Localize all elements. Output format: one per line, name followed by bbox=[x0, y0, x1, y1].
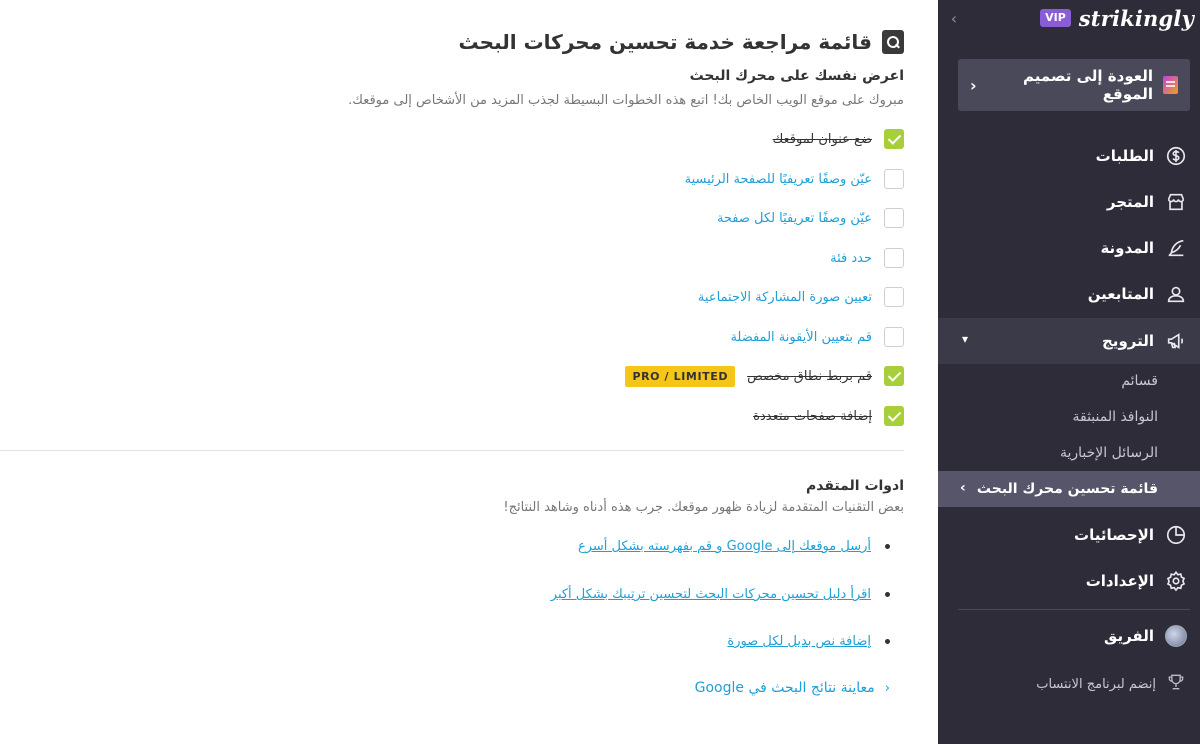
advanced-subtitle: بعض التقنيات المتقدمة لزيادة ظهور موقعك.… bbox=[503, 500, 904, 515]
bullet bbox=[885, 544, 890, 549]
bullet bbox=[885, 639, 890, 644]
pie-chart-icon bbox=[1164, 523, 1188, 547]
sidebar-item-blog[interactable]: المدونة bbox=[938, 225, 1200, 271]
sidebar-subitem-popups[interactable]: النوافذ المنبثقة bbox=[938, 399, 1200, 435]
sidebar-subitem-label: النوافذ المنبثقة bbox=[1072, 409, 1158, 425]
brand[interactable]: VIP strikingly bbox=[1040, 5, 1194, 31]
checklist-item-favicon[interactable]: قم بتعيين الأيقونة المفضلة bbox=[730, 326, 904, 348]
checklist-label[interactable]: ضع عنوان لموقعك bbox=[773, 132, 872, 147]
collapse-sidebar-icon[interactable]: › bbox=[944, 9, 964, 29]
followers-icon bbox=[1164, 282, 1188, 306]
back-to-editor-button[interactable]: العودة إلى تصميم الموقع ‹ bbox=[958, 59, 1190, 111]
tool-link-google-submit[interactable]: أرسل موقعك إلى Google و قم بفهرسته بشكل … bbox=[578, 539, 871, 554]
checklist-link[interactable]: حدد فئة bbox=[830, 251, 872, 266]
sidebar-subitem-coupons[interactable]: قسائم bbox=[938, 363, 1200, 399]
checklist-item-title[interactable]: ضع عنوان لموقعك bbox=[773, 128, 904, 150]
checkbox-checked[interactable] bbox=[884, 129, 904, 149]
sidebar-item-label: المتابعين bbox=[1087, 285, 1154, 303]
checklist-label[interactable]: إضافة صفحات متعددة bbox=[753, 409, 872, 424]
sidebar-item-label: المدونة bbox=[1100, 239, 1154, 257]
seo-search-icon bbox=[882, 30, 904, 54]
vip-badge: VIP bbox=[1040, 9, 1071, 27]
back-label: العودة إلى تصميم الموقع bbox=[1023, 67, 1153, 103]
sidebar-item-orders[interactable]: الطلبات bbox=[938, 133, 1200, 179]
bullet bbox=[885, 592, 890, 597]
section-heading: اعرض نفسك على محرك البحث bbox=[689, 68, 904, 84]
affiliate-label: إنضم لبرنامج الانتساب bbox=[1036, 676, 1156, 692]
advanced-heading: ادوات المتقدم bbox=[805, 478, 904, 494]
tool-item[interactable]: إضافة نص بديل لكل صورة bbox=[727, 634, 890, 649]
pro-limited-badge: PRO / LIMITED bbox=[625, 365, 736, 387]
gear-icon bbox=[1164, 569, 1188, 593]
section-subtitle: مبروك على موقع الويب الخاص بك! اتبع هذه … bbox=[348, 93, 904, 108]
sidebar-item-affiliate[interactable]: إنضم لبرنامج الانتساب bbox=[938, 664, 1200, 704]
sidebar-item-promotion[interactable]: الترويج ▾ bbox=[938, 318, 1200, 364]
strikingly-logo: strikingly bbox=[1078, 5, 1194, 31]
checklist-item-page-descriptions[interactable]: عيّن وصفًا تعريفيًا لكل صفحة bbox=[717, 207, 904, 229]
chevron-down-icon[interactable]: ▾ bbox=[962, 332, 968, 346]
chevron-left-icon: ‹ bbox=[884, 680, 890, 696]
sidebar-subitem-newsletters[interactable]: الرسائل الإخبارية bbox=[938, 435, 1200, 471]
preview-label[interactable]: معاينة نتائج البحث في Google bbox=[695, 680, 875, 696]
checklist-item-multiple-pages[interactable]: إضافة صفحات متعددة bbox=[753, 405, 904, 427]
sidebar-subitem-label: الرسائل الإخبارية bbox=[1059, 445, 1158, 461]
sidebar-item-label: الفريق bbox=[1103, 627, 1154, 645]
main-content: قائمة مراجعة خدمة تحسين محركات البحث اعر… bbox=[0, 0, 938, 744]
tool-link-alt-text[interactable]: إضافة نص بديل لكل صورة bbox=[727, 634, 871, 649]
dollar-icon bbox=[1164, 144, 1188, 168]
checklist-link[interactable]: قم بتعيين الأيقونة المفضلة bbox=[730, 330, 872, 345]
checkbox[interactable] bbox=[884, 169, 904, 189]
sidebar-item-analytics[interactable]: الإحصائيات bbox=[938, 512, 1200, 558]
tool-item[interactable]: اقرأ دليل تحسين محركات البحث لتحسين ترتي… bbox=[551, 587, 890, 602]
title-row: قائمة مراجعة خدمة تحسين محركات البحث bbox=[458, 30, 904, 54]
sidebar-item-label: الطلبات bbox=[1095, 147, 1154, 165]
checkbox[interactable] bbox=[884, 248, 904, 268]
checklist-link[interactable]: عيّن وصفًا تعريفيًا لكل صفحة bbox=[717, 211, 872, 226]
sidebar-item-label: الإعدادات bbox=[1085, 572, 1154, 590]
checkbox[interactable] bbox=[884, 208, 904, 228]
sidebar-subitem-label: قائمة تحسين محرك البحث bbox=[976, 481, 1158, 497]
checkbox-checked[interactable] bbox=[884, 366, 904, 386]
sidebar-item-settings[interactable]: الإعدادات bbox=[938, 558, 1200, 604]
checkbox[interactable] bbox=[884, 287, 904, 307]
sidebar-divider bbox=[958, 609, 1190, 610]
team-avatar-icon bbox=[1164, 624, 1188, 648]
sidebar-item-label: الترويج bbox=[1102, 332, 1154, 350]
quill-icon bbox=[1164, 236, 1188, 260]
avatar bbox=[1165, 625, 1187, 647]
sidebar-item-label: الإحصائيات bbox=[1074, 526, 1154, 544]
checklist-link[interactable]: تعيين صورة المشاركة الاجتماعية bbox=[698, 290, 872, 305]
megaphone-icon bbox=[1164, 329, 1188, 353]
store-icon bbox=[1164, 190, 1188, 214]
chevron-right-icon: › bbox=[960, 480, 966, 496]
tool-link-seo-guide[interactable]: اقرأ دليل تحسين محركات البحث لتحسين ترتي… bbox=[551, 587, 871, 602]
sidebar: › VIP strikingly العودة إلى تصميم الموقع… bbox=[938, 0, 1200, 744]
checklist-link[interactable]: عيّن وصفًا تعريفيًا للصفحة الرئيسية bbox=[685, 172, 872, 187]
checklist-item-custom-domain[interactable]: قم بربط نطاق مخصص PRO / LIMITED bbox=[625, 365, 904, 387]
section-divider bbox=[0, 450, 904, 451]
tool-item[interactable]: أرسل موقعك إلى Google و قم بفهرسته بشكل … bbox=[578, 539, 890, 554]
sidebar-subitem-seo-checklist[interactable]: قائمة تحسين محرك البحث › bbox=[938, 471, 1200, 507]
sidebar-subitem-label: قسائم bbox=[1121, 373, 1158, 389]
page-title: قائمة مراجعة خدمة تحسين محركات البحث bbox=[458, 30, 873, 54]
sidebar-item-label: المتجر bbox=[1106, 193, 1154, 211]
checklist-item-homepage-description[interactable]: عيّن وصفًا تعريفيًا للصفحة الرئيسية bbox=[685, 168, 904, 190]
google-preview-link[interactable]: ‹ معاينة نتائج البحث في Google bbox=[695, 680, 890, 696]
chevron-left-icon: ‹ bbox=[970, 75, 977, 95]
checkbox-checked[interactable] bbox=[884, 406, 904, 426]
checklist-item-social-image[interactable]: تعيين صورة المشاركة الاجتماعية bbox=[698, 286, 904, 308]
checkbox[interactable] bbox=[884, 327, 904, 347]
checklist-label[interactable]: قم بربط نطاق مخصص bbox=[747, 369, 872, 384]
checklist-item-category[interactable]: حدد فئة bbox=[830, 247, 904, 269]
trophy-icon bbox=[1166, 672, 1186, 696]
site-page-icon bbox=[1163, 76, 1178, 94]
sidebar-item-team[interactable]: الفريق bbox=[938, 613, 1200, 659]
sidebar-item-store[interactable]: المتجر bbox=[938, 179, 1200, 225]
sidebar-item-followers[interactable]: المتابعين bbox=[938, 271, 1200, 317]
